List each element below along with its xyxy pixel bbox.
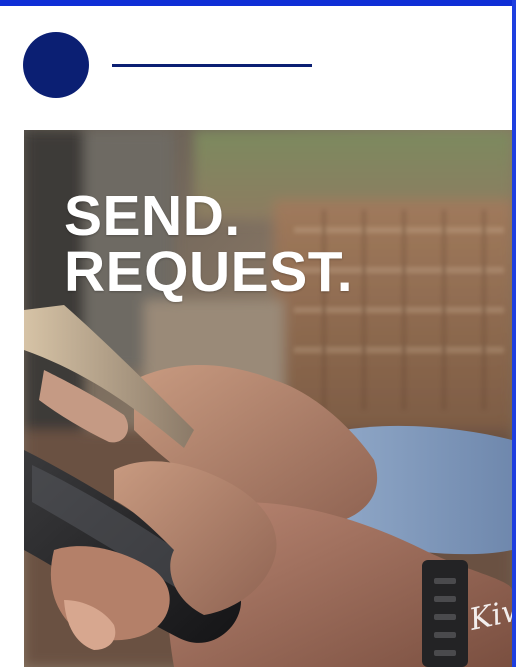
headline-line-1: SEND. <box>64 184 241 248</box>
headline-line-2: REQUEST. <box>64 240 354 304</box>
post-image[interactable]: Kiwi SEND. REQUEST. <box>24 130 512 667</box>
post-headline: SEND. REQUEST. <box>64 184 354 304</box>
post-frame: Kiwi SEND. REQUEST. <box>0 0 516 667</box>
accent-right-rail <box>512 0 516 667</box>
avatar-placeholder-icon[interactable] <box>23 32 89 98</box>
post-card: Kiwi SEND. REQUEST. <box>0 6 512 667</box>
author-name-placeholder[interactable] <box>112 64 312 67</box>
